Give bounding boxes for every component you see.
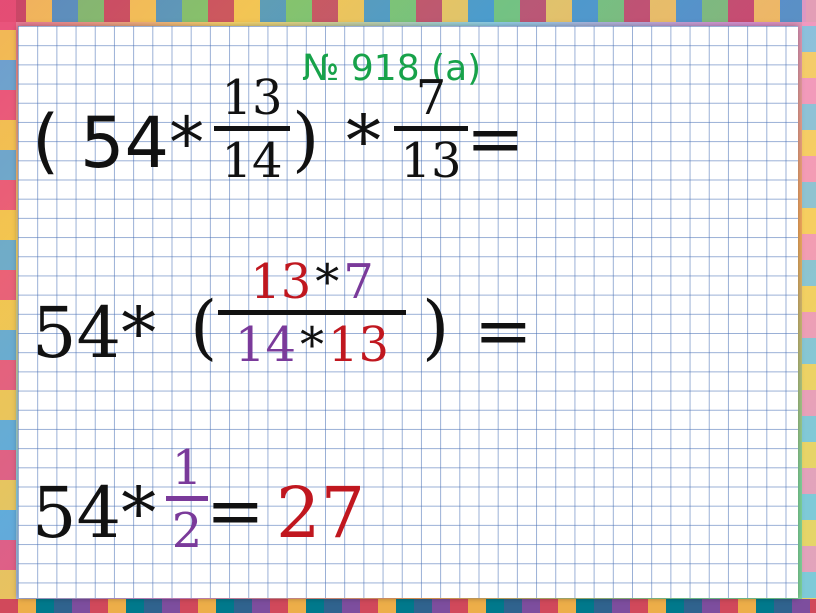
- close-paren: ): [292, 98, 320, 180]
- times-sign: *: [346, 100, 381, 182]
- close-paren: ): [422, 286, 450, 368]
- combined-fraction: 13 * 7 14 * 13: [218, 258, 406, 369]
- fraction-bar: [166, 496, 208, 501]
- numerator-times: *: [315, 254, 340, 310]
- numerator: 13 * 7: [250, 258, 374, 306]
- fraction-bar: [214, 126, 290, 131]
- fraction-1-2: 1 2: [166, 444, 208, 555]
- fraction-13-14: 13 14: [214, 74, 290, 185]
- fraction-7-13: 7 13: [394, 74, 468, 185]
- decorative-border-right: [802, 0, 816, 613]
- numerator: 1: [171, 440, 203, 496]
- equals-sign: =: [474, 290, 533, 372]
- open-paren: (: [190, 286, 218, 368]
- decorative-border-top: [0, 0, 816, 22]
- result-value: 27: [276, 472, 366, 554]
- denominator-14: 14: [234, 317, 296, 373]
- numerator: 7: [415, 70, 447, 126]
- denominator: 2: [171, 503, 203, 559]
- factor-54: 54*: [32, 472, 157, 554]
- numerator: 13: [221, 70, 283, 126]
- numerator-7: 7: [343, 254, 374, 310]
- fraction-bar: [218, 310, 406, 315]
- denominator: 13: [400, 133, 462, 189]
- decorative-border-bottom: [0, 599, 816, 613]
- denominator-13: 13: [328, 317, 390, 373]
- numerator-13: 13: [250, 254, 312, 310]
- decorative-border-left: [0, 0, 16, 613]
- fraction-bar: [394, 126, 468, 131]
- open-paren: (: [32, 100, 60, 182]
- denominator-times: *: [300, 317, 324, 373]
- equals-sign: =: [466, 98, 525, 180]
- equals-sign: =: [206, 470, 265, 552]
- factor-54: 54*: [80, 102, 205, 184]
- factor-54: 54*: [32, 292, 157, 374]
- denominator: 14: [221, 133, 283, 189]
- denominator: 14 * 13: [235, 321, 389, 369]
